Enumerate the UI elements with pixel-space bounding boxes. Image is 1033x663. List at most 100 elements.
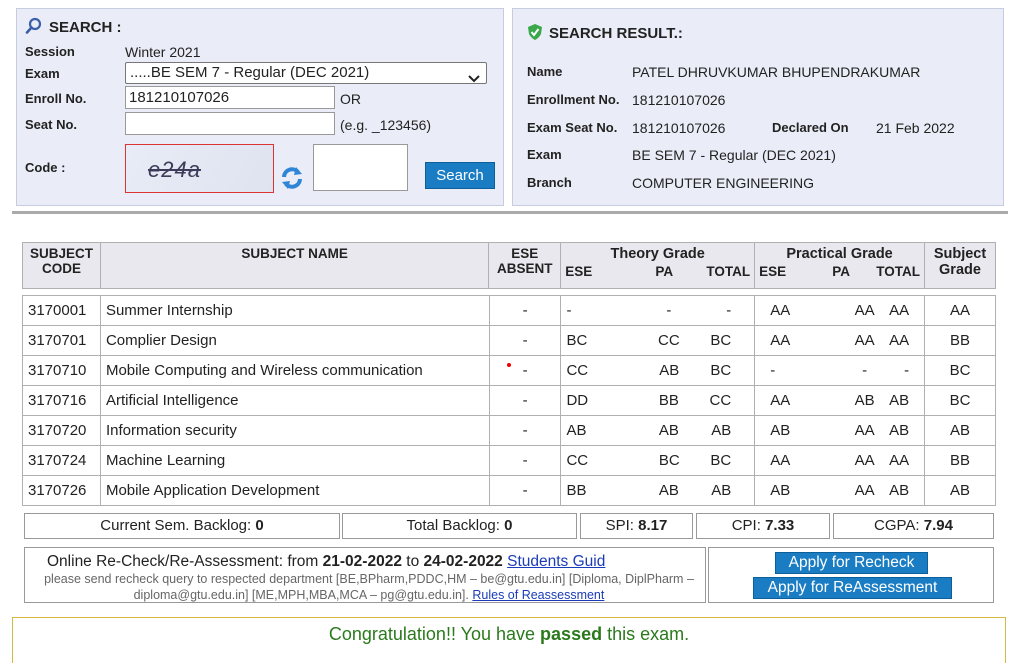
declared-value: 21 Feb 2022 xyxy=(876,120,955,136)
table-row: 3170726 Mobile Application Development - BB… xyxy=(22,475,996,506)
theory-pa-header: PA xyxy=(655,264,674,279)
ese-absent: - xyxy=(522,452,528,469)
ese-absent: - xyxy=(522,362,528,379)
message-prefix: Congratulation!! You have xyxy=(328,624,536,644)
theory-ese: - xyxy=(566,302,572,319)
theory-total: BC xyxy=(710,362,732,379)
table-row: 3170001 Summer Internship - - - - AA AA AA AA xyxy=(22,295,996,326)
subject-code: 3170726 xyxy=(28,482,87,499)
result-exam-label: Exam xyxy=(527,147,562,162)
subject-code: 3170720 xyxy=(28,422,87,439)
declared-label: Declared On xyxy=(772,120,849,135)
practical-pa: - xyxy=(862,362,868,379)
seat-label: Seat No. xyxy=(25,117,78,132)
practical-total: AA xyxy=(889,302,910,319)
ese-absent: - xyxy=(522,422,528,439)
students-guide-link[interactable]: Students Guid xyxy=(507,553,605,570)
practical-total: AA xyxy=(889,452,910,469)
result-panel: SEARCH RESULT.: Name PATEL DHRUVKUMAR BH… xyxy=(512,8,1004,206)
session-label: Session xyxy=(25,44,75,59)
grades-table: 3170001 Summer Internship - - - - AA AA AA AA 3170… xyxy=(22,295,996,506)
recheck-to-word: to xyxy=(406,553,420,570)
cgpa-value: 7.94 xyxy=(923,517,953,534)
rules-of-reassessment-link[interactable]: Rules of Reassessment xyxy=(472,588,604,602)
current-backlog-value: 0 xyxy=(255,517,264,534)
cpi-value: 7.33 xyxy=(765,517,795,534)
spi-label: SPI: xyxy=(605,517,634,534)
cpi-label: CPI: xyxy=(731,517,761,534)
subject-grade: AA xyxy=(950,302,971,319)
seat-input[interactable] xyxy=(125,112,335,135)
exam-select-value: .....BE SEM 7 - Regular (DEC 2021) xyxy=(130,64,370,81)
code-input[interactable] xyxy=(313,144,408,191)
theory-total: - xyxy=(726,302,732,319)
header-subject-grade: Subject Grade xyxy=(924,242,996,289)
theory-ese: BC xyxy=(566,332,588,349)
header-ese-absent: ESE ABSENT xyxy=(488,242,562,289)
subject-grade: AB xyxy=(950,422,971,439)
search-button[interactable]: Search xyxy=(425,162,495,189)
current-backlog: Current Sem. Backlog: 0 xyxy=(24,513,340,539)
subject-name: Mobile Application Development xyxy=(105,482,320,499)
result-message: Congratulation!! You have passed this ex… xyxy=(12,617,1006,663)
theory-ese: AB xyxy=(566,422,587,439)
search-icon xyxy=(25,17,43,35)
subject-name: Information security xyxy=(105,422,237,439)
practical-total-header: TOTAL xyxy=(876,264,920,279)
subject-code: 3170701 xyxy=(28,332,87,349)
search-panel: SEARCH : Session Winter 2021 Exam .....B… xyxy=(16,8,504,206)
cgpa: CGPA: 7.94 xyxy=(833,513,994,539)
theory-pa: CC xyxy=(658,332,680,349)
red-dot-marker xyxy=(506,363,511,367)
practical-total: AB xyxy=(889,392,910,409)
enrollment-label: Enrollment No. xyxy=(527,92,620,107)
practical-pa: AA xyxy=(854,482,875,499)
theory-total: CC xyxy=(709,392,732,409)
exam-seat-label: Exam Seat No. xyxy=(527,120,618,135)
practical-ese: AA xyxy=(770,332,791,349)
total-backlog-label: Total Backlog: xyxy=(406,517,500,534)
captcha-image: e24a xyxy=(125,144,274,193)
subject-grade: BB xyxy=(950,452,971,469)
table-row: 3170720 Information security - AB AB AB AB AA AB… xyxy=(22,415,996,446)
subject-name: Complier Design xyxy=(105,332,217,349)
theory-total: BC xyxy=(710,332,732,349)
practical-total: AB xyxy=(889,422,910,439)
theory-total-header: TOTAL xyxy=(706,264,751,279)
header-subject-name: SUBJECT NAME xyxy=(99,242,490,289)
apply-reassessment-button[interactable]: Apply for ReAssessment xyxy=(753,577,952,599)
refresh-icon[interactable] xyxy=(280,164,304,192)
subject-code: 3170724 xyxy=(28,452,87,469)
subject-code: 3170716 xyxy=(28,392,87,409)
practical-ese: - xyxy=(770,362,776,379)
practical-grade-title: Practical Grade xyxy=(786,246,893,262)
theory-pa: - xyxy=(666,302,672,319)
theory-pa: BB xyxy=(658,392,679,409)
theory-ese-header: ESE xyxy=(565,264,593,279)
practical-ese: AA xyxy=(770,302,791,319)
apply-recheck-button[interactable]: Apply for Recheck xyxy=(775,552,928,574)
header-theory-grade: Theory Grade ESE PA TOTAL xyxy=(560,242,756,289)
enroll-input[interactable]: 181210107026 xyxy=(125,86,335,109)
spi-value: 8.17 xyxy=(638,517,668,534)
theory-ese: DD xyxy=(566,392,589,409)
exam-select[interactable]: .....BE SEM 7 - Regular (DEC 2021) xyxy=(125,62,487,84)
exam-label: Exam xyxy=(25,66,60,81)
branch-value: COMPUTER ENGINEERING xyxy=(632,175,815,191)
result-exam-value: BE SEM 7 - Regular (DEC 2021) xyxy=(632,147,836,163)
practical-ese: AA xyxy=(770,452,791,469)
practical-pa: AA xyxy=(854,422,875,439)
recheck-to-date: 24-02-2022 xyxy=(423,553,503,570)
shield-check-icon xyxy=(527,23,543,41)
theory-pa: AB xyxy=(658,482,679,499)
practical-ese: AA xyxy=(770,392,791,409)
session-value: Winter 2021 xyxy=(125,44,201,60)
practical-total: AA xyxy=(889,332,910,349)
theory-ese: BB xyxy=(566,482,587,499)
theory-pa: BC xyxy=(658,452,680,469)
subject-code: 3170710 xyxy=(28,362,87,379)
subject-name: Summer Internship xyxy=(105,302,233,319)
subject-name: Artificial Intelligence xyxy=(105,392,239,409)
table-row: 3170716 Artificial Intelligence - DD BB CC AA A… xyxy=(22,385,996,416)
theory-grade-title: Theory Grade xyxy=(610,246,705,262)
